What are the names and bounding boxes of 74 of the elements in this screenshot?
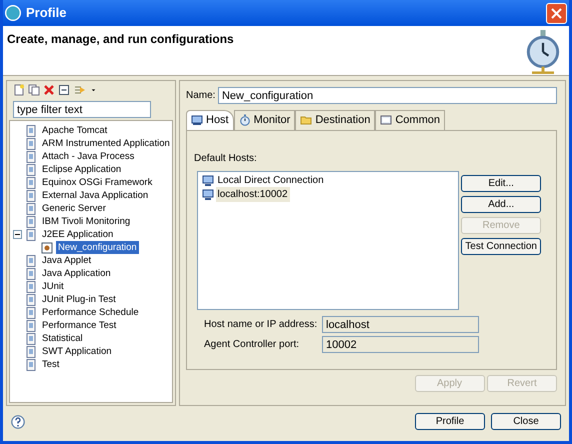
filter-field[interactable]: type filter text bbox=[13, 101, 151, 118]
header-text: Create, manage, and run configurations bbox=[7, 31, 234, 48]
launch-config-icon bbox=[25, 294, 37, 306]
stopwatch-icon bbox=[238, 114, 251, 126]
tree-item[interactable]: ARM Instrumented Application bbox=[40, 137, 172, 150]
launch-config-icon bbox=[25, 280, 37, 292]
duplicate-icon bbox=[28, 84, 40, 96]
launch-config-icon bbox=[25, 164, 37, 176]
name-label: Name: bbox=[186, 89, 216, 103]
tab[interactable]: Monitor bbox=[234, 110, 296, 130]
field-label: Agent Controller port: bbox=[204, 338, 300, 352]
launch-config-icon bbox=[25, 320, 37, 332]
close-button[interactable] bbox=[546, 2, 567, 24]
host-item[interactable]: localhost:10002 bbox=[216, 187, 290, 202]
tree-item[interactable]: J2EE Application bbox=[40, 228, 116, 241]
tree-item[interactable]: Eclipse Application bbox=[40, 163, 124, 176]
computer-icon bbox=[202, 174, 214, 186]
launch-config-icon bbox=[25, 268, 37, 280]
delete-icon bbox=[43, 84, 55, 96]
launch-config-icon bbox=[25, 150, 37, 162]
tab[interactable]: Destination bbox=[295, 110, 376, 130]
tree-item[interactable]: JUnit Plug-in Test bbox=[40, 293, 118, 306]
new-icon bbox=[13, 84, 25, 96]
readonly-field[interactable]: 10002 bbox=[322, 336, 479, 353]
field-label: Host name or IP address: bbox=[204, 318, 318, 332]
tree-item[interactable]: Generic Server bbox=[40, 202, 108, 215]
collapse-icon bbox=[58, 84, 70, 96]
name-field[interactable]: New_configuration bbox=[218, 87, 557, 104]
launch-config-icon bbox=[41, 242, 53, 254]
profile-button[interactable]: Profile bbox=[415, 413, 485, 430]
launch-config-icon bbox=[25, 202, 37, 214]
launch-config-icon bbox=[25, 124, 37, 136]
tree-item[interactable]: Apache Tomcat bbox=[40, 124, 110, 137]
host-item[interactable]: Local Direct Connection bbox=[216, 173, 326, 188]
tree-item[interactable]: Statistical bbox=[40, 332, 85, 345]
tree-item[interactable]: Attach - Java Process bbox=[40, 150, 136, 163]
tree-item[interactable]: SWT Application bbox=[40, 345, 114, 358]
window-title: Profile bbox=[26, 4, 68, 22]
launch-config-icon bbox=[25, 346, 37, 358]
tree-item[interactable]: Test bbox=[40, 358, 62, 371]
tree-item[interactable]: JUnit bbox=[40, 280, 66, 293]
tree-item[interactable]: Java Applet bbox=[40, 254, 94, 267]
launch-config-icon bbox=[25, 306, 37, 318]
collapse-toggle-icon[interactable] bbox=[13, 230, 22, 239]
tree-item[interactable]: Performance Test bbox=[40, 319, 118, 332]
tree-item[interactable]: IBM Tivoli Monitoring bbox=[40, 215, 132, 228]
computer-icon bbox=[202, 188, 214, 200]
app-icon bbox=[5, 5, 21, 21]
launch-config-icon bbox=[25, 138, 37, 150]
readonly-field[interactable]: localhost bbox=[322, 316, 479, 333]
default-hosts-label: Default Hosts: bbox=[194, 152, 258, 166]
launch-config-icon bbox=[25, 254, 37, 266]
test-connection-button[interactable]: Test Connection bbox=[461, 238, 541, 254]
close-icon bbox=[551, 8, 562, 18]
launch-config-icon bbox=[25, 190, 37, 202]
tab[interactable]: Common bbox=[375, 110, 445, 130]
edit-button[interactable]: Edit... bbox=[461, 174, 541, 192]
launch-config-icon bbox=[25, 216, 37, 228]
monitor-icon bbox=[191, 114, 203, 126]
close-dialog-button[interactable]: Close bbox=[491, 413, 561, 430]
help-icon bbox=[11, 414, 25, 428]
launch-config-icon bbox=[25, 358, 37, 370]
tab[interactable]: Host bbox=[186, 110, 234, 130]
tree-item[interactable]: New_configuration bbox=[56, 241, 139, 254]
add-button[interactable]: Add... bbox=[461, 196, 541, 212]
window-icon bbox=[380, 114, 392, 126]
tree-item[interactable]: Java Application bbox=[40, 267, 113, 280]
tree-item[interactable]: Performance Schedule bbox=[40, 306, 141, 319]
folder-icon bbox=[300, 114, 312, 126]
launch-config-icon bbox=[25, 176, 37, 188]
launch-config-icon bbox=[25, 332, 37, 344]
tree-item[interactable]: Equinox OSGi Framework bbox=[40, 176, 154, 189]
launch-config-icon bbox=[25, 228, 37, 240]
tree-item[interactable]: External Java Application bbox=[40, 189, 150, 202]
